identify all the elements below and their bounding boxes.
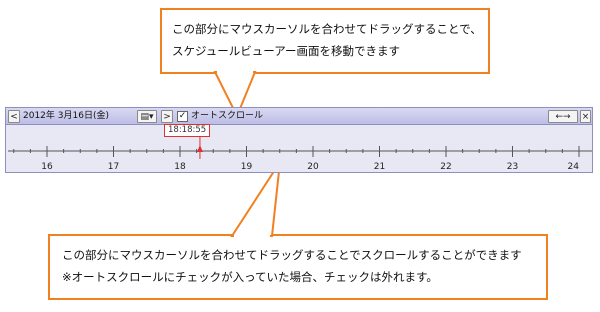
next-day-button[interactable]: > <box>161 110 173 123</box>
schedule-viewer-toolbar[interactable]: < 2012年 3月16日(金) ▤▾ > ✓ オートスクロール ←→ × <box>5 107 593 125</box>
hour-label: 19 <box>241 162 253 172</box>
auto-scroll-checkbox[interactable]: ✓ <box>177 111 188 122</box>
calendar-dropdown-button[interactable]: ▤▾ <box>137 110 157 123</box>
auto-scroll-label: オートスクロール <box>191 111 264 121</box>
timeline-ruler[interactable]: 16 17 18 19 20 21 22 23 24 <box>6 125 594 173</box>
hour-label: 18 <box>174 162 186 172</box>
date-display: 2012年 3月16日(金) <box>23 111 109 121</box>
hour-label: 16 <box>41 162 53 172</box>
bottom-callout-tail <box>230 161 281 237</box>
hour-label: 17 <box>108 162 119 172</box>
resize-button[interactable]: ←→ <box>548 110 578 123</box>
current-time-readout: 18:18:55 <box>164 124 211 137</box>
timeline-scroll-bar[interactable]: 16 17 18 19 20 21 22 23 24 18:18:55 <box>5 124 594 173</box>
close-button[interactable]: × <box>580 110 591 123</box>
hour-label: 24 <box>568 162 580 172</box>
hour-label: 21 <box>374 162 385 172</box>
current-time-marker-head <box>196 145 203 152</box>
prev-day-button[interactable]: < <box>8 110 20 123</box>
hour-label: 20 <box>307 162 319 172</box>
hour-label: 23 <box>507 162 518 172</box>
hour-label: 22 <box>440 162 451 172</box>
